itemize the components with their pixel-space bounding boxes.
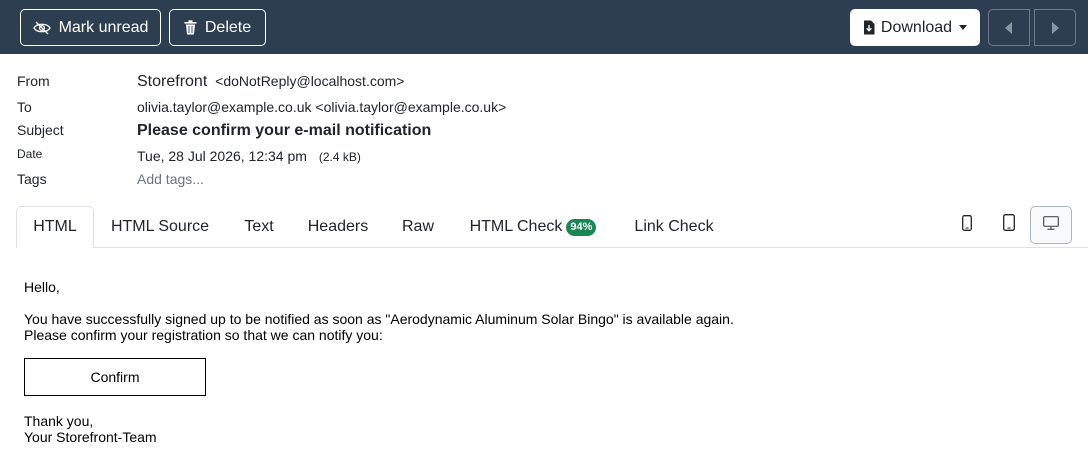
email-line-2: Please confirm your registration so that… [24, 327, 383, 343]
tab-headers[interactable]: Headers [296, 206, 380, 248]
tab-link-check-label: Link Check [634, 218, 714, 235]
tab-html-source[interactable]: HTML Source [100, 206, 220, 248]
download-button[interactable]: Download [850, 9, 980, 46]
email-greeting: Hello, [24, 279, 60, 295]
confirm-label: Confirm [90, 369, 140, 385]
previous-message-button[interactable] [988, 9, 1030, 46]
subject-value: Please confirm your e-mail notification [137, 122, 432, 139]
mark-unread-button[interactable]: Mark unread [20, 9, 161, 46]
date-value: Tue, 28 Jul 2026, 12:34 pm (2.4 kB) [137, 148, 361, 164]
download-file-icon [863, 20, 875, 35]
tab-html-source-label: HTML Source [110, 218, 210, 235]
tab-link-check[interactable]: Link Check [622, 206, 726, 248]
tags-label: Tags [17, 171, 47, 187]
from-label: From [17, 73, 50, 89]
tablet-view-button[interactable] [990, 206, 1028, 244]
tab-html-label: HTML [33, 218, 77, 235]
delete-button[interactable]: Delete [169, 9, 266, 46]
subject-label: Subject [17, 122, 64, 138]
tab-html-check[interactable]: HTML Check 94% [458, 206, 608, 248]
download-label: Download [880, 18, 953, 36]
to-label: To [17, 99, 32, 115]
email-thanks: Thank you, [24, 413, 94, 429]
tab-raw-label: Raw [401, 218, 434, 235]
mark-unread-label: Mark unread [58, 18, 149, 36]
date-text: Tue, 28 Jul 2026, 12:34 pm [137, 148, 307, 164]
from-value: Storefront <doNotReply@localhost.com> [137, 73, 404, 91]
to-value: olivia.taylor@example.co.uk <olivia.tayl… [137, 99, 507, 115]
tab-text-label: Text [244, 218, 274, 235]
tab-html-check-label: HTML Check [469, 218, 563, 235]
email-line-1: You have successfully signed up to be no… [24, 311, 734, 327]
tags-input[interactable]: Add tags... [137, 171, 204, 187]
phone-icon [962, 214, 972, 236]
message-size: (2.4 kB) [318, 150, 361, 164]
email-signature: Your Storefront-Team [24, 429, 157, 445]
confirm-button[interactable]: Confirm [24, 358, 206, 396]
phone-view-button[interactable] [948, 206, 986, 244]
prev-arrow-icon [1005, 21, 1013, 34]
from-name: Storefront [137, 73, 208, 90]
desktop-icon [1043, 215, 1059, 235]
tablet-icon [1003, 214, 1015, 236]
eye-slash-icon [32, 21, 51, 35]
delete-label: Delete [204, 18, 252, 36]
tab-text[interactable]: Text [230, 206, 288, 248]
next-message-button[interactable] [1034, 9, 1076, 46]
next-arrow-icon [1051, 21, 1059, 34]
from-address: <doNotReply@localhost.com> [215, 73, 405, 89]
trash-icon [184, 20, 197, 35]
desktop-view-button[interactable] [1030, 206, 1072, 244]
caret-down-icon [959, 25, 968, 30]
tab-html[interactable]: HTML [16, 206, 94, 248]
date-label: Date [17, 147, 43, 161]
tab-headers-label: Headers [307, 218, 369, 235]
tab-raw[interactable]: Raw [390, 206, 446, 248]
message-toolbar: Mark unread Delete Download [0, 0, 1088, 54]
html-check-score-badge: 94% [566, 218, 597, 236]
